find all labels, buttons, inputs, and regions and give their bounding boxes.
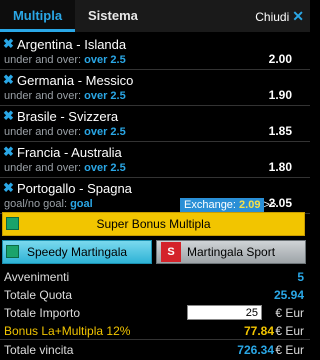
bet-row: ✖ Germania - Messico under and over: ove… <box>0 70 310 106</box>
selection: goal <box>70 198 93 210</box>
divider <box>0 339 310 340</box>
tab-multipla[interactable]: Multipla <box>0 0 75 32</box>
summary-quota: Totale Quota 25.94 <box>4 288 304 302</box>
speedy-martingala-button[interactable]: Speedy Martingala <box>2 240 152 264</box>
remove-icon[interactable]: ✖ <box>3 36 14 52</box>
martingala-logo-icon: S <box>161 242 181 262</box>
market-label: goal/no goal: goal <box>4 198 93 210</box>
exchange-button[interactable]: Exchange: 2.09 >> <box>180 198 276 213</box>
summary-vincita: Totale vincita 726.34 € Eur <box>4 343 304 357</box>
event-name: Germania - Messico <box>17 73 134 88</box>
checkbox-icon[interactable] <box>6 245 19 258</box>
selection: over 2.5 <box>84 162 126 174</box>
event-name: Argentina - Islanda <box>17 37 127 52</box>
betslip-tabs: Multipla Sistema Chiudi ✕ <box>0 0 310 32</box>
odd-value: 1.90 <box>268 88 292 102</box>
bet-row: ✖ Argentina - Islanda under and over: ov… <box>0 34 310 70</box>
remove-icon[interactable]: ✖ <box>3 108 14 124</box>
speedy-label: Speedy Martingala <box>26 245 128 259</box>
odd-value: 2.05 <box>268 196 292 210</box>
bet-row: ✖ Brasile - Svizzera under and over: ove… <box>0 106 310 142</box>
summary-importo: Totale Importo € Eur <box>0 304 310 322</box>
martingala-sport-button[interactable]: S Martingala Sport <box>156 240 306 264</box>
close-label: Chiudi <box>255 10 290 24</box>
stake-input[interactable] <box>187 305 262 320</box>
event-name: Francia - Australia <box>17 145 122 160</box>
market-label: under and over: over 2.5 <box>4 90 126 102</box>
bet-row: ✖ Portogallo - Spagna goal/no goal: goal… <box>0 178 310 214</box>
odd-value: 1.80 <box>268 160 292 174</box>
event-name: Portogallo - Spagna <box>17 181 132 196</box>
close-button[interactable]: Chiudi ✕ <box>255 0 304 32</box>
bet-row: ✖ Francia - Australia under and over: ov… <box>0 142 310 178</box>
market-label: under and over: over 2.5 <box>4 126 126 138</box>
bet-list: ✖ Argentina - Islanda under and over: ov… <box>0 34 310 214</box>
selection: over 2.5 <box>84 126 126 138</box>
selection: over 2.5 <box>84 54 126 66</box>
checkbox-icon[interactable] <box>6 217 19 230</box>
market-label: under and over: over 2.5 <box>4 54 126 66</box>
selection: over 2.5 <box>84 90 126 102</box>
remove-icon[interactable]: ✖ <box>3 180 14 196</box>
remove-icon[interactable]: ✖ <box>3 144 14 160</box>
market-label: under and over: over 2.5 <box>4 162 126 174</box>
super-bonus-button[interactable]: Super Bonus Multipla <box>2 212 305 236</box>
martingala-label: Martingala Sport <box>187 245 276 259</box>
odd-value: 2.00 <box>268 52 292 66</box>
summary-bonus: Bonus La+Multipla 12% 77.84 € Eur <box>4 324 304 338</box>
remove-icon[interactable]: ✖ <box>3 72 14 88</box>
summary-avvenimenti: Avvenimenti 5 <box>4 270 304 284</box>
super-bonus-label: Super Bonus Multipla <box>96 217 211 231</box>
odd-value: 1.85 <box>268 124 292 138</box>
tab-sistema[interactable]: Sistema <box>88 0 138 32</box>
event-name: Brasile - Svizzera <box>17 109 119 124</box>
close-icon: ✕ <box>292 8 304 24</box>
